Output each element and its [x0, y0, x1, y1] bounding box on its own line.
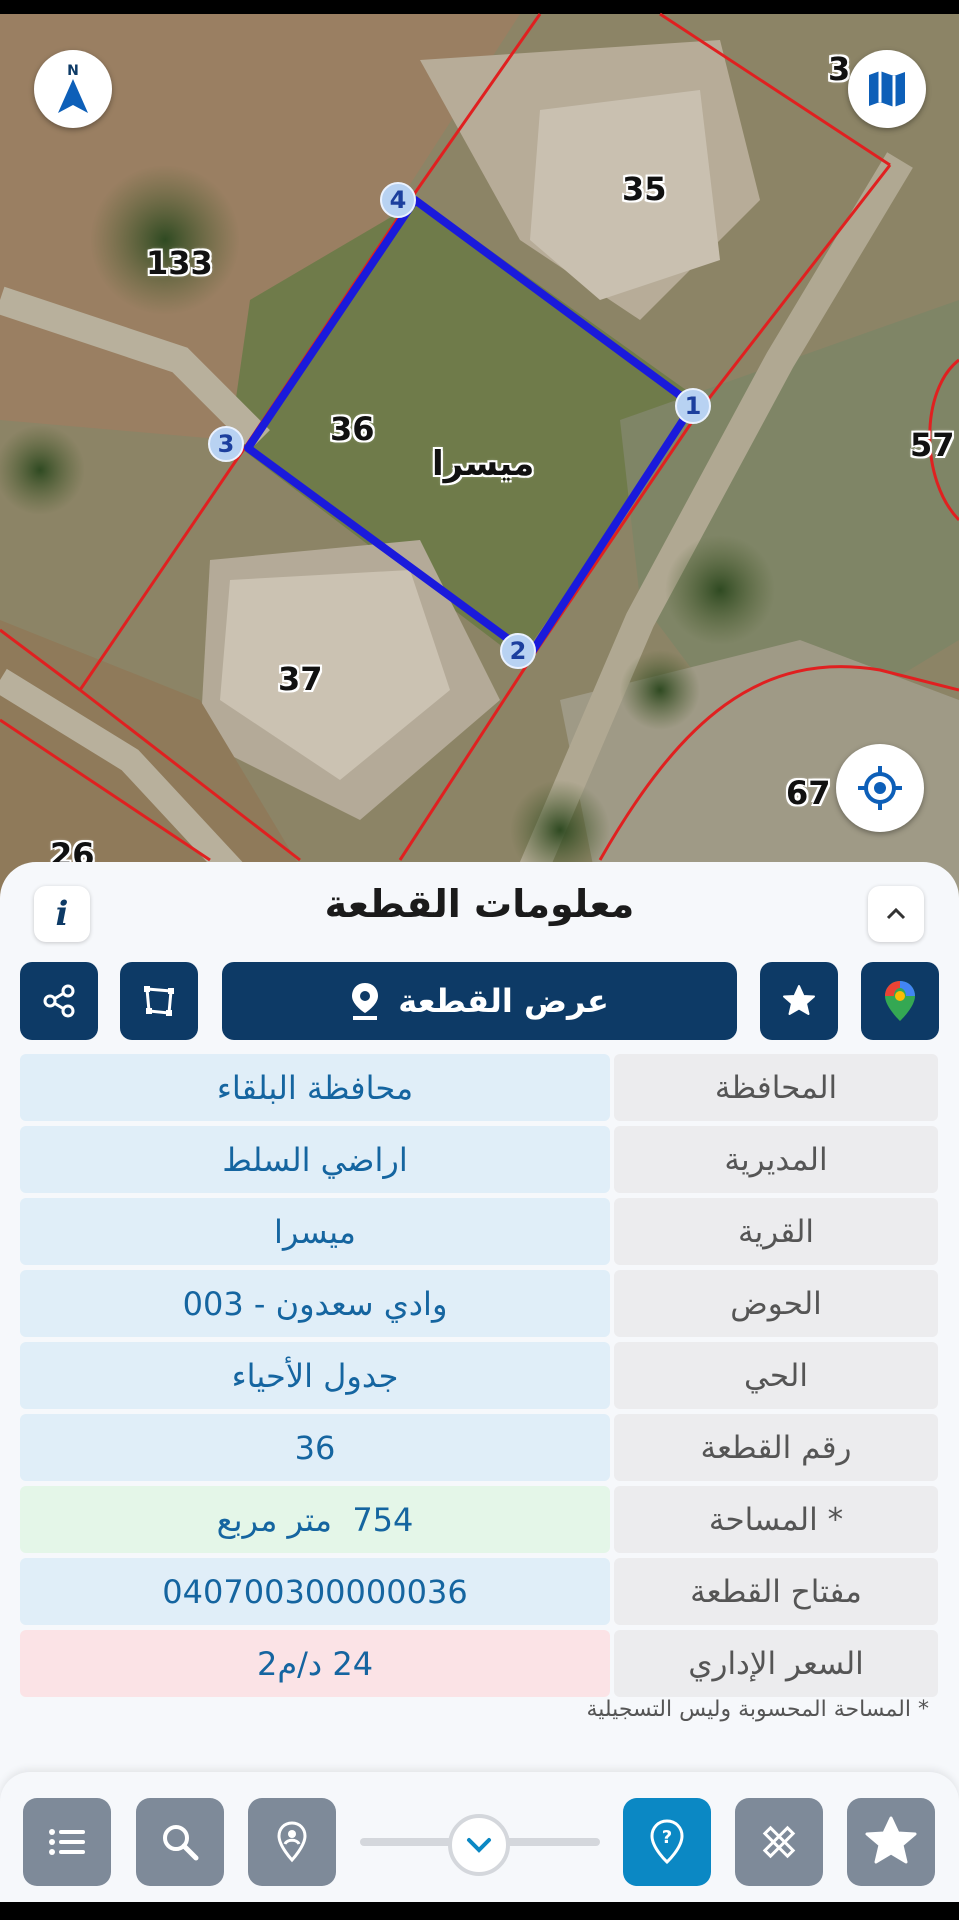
polygon-icon — [144, 986, 174, 1016]
tools-button[interactable] — [735, 1798, 823, 1886]
parcel-label: 57 — [910, 426, 955, 464]
svg-text:N: N — [67, 63, 79, 79]
sheet-title: معلومات القطعة — [324, 882, 635, 926]
vertex-marker[interactable]: 1 — [675, 388, 711, 424]
list-icon — [49, 1829, 85, 1855]
ruler-pencil-icon — [762, 1825, 796, 1859]
info-icon: i — [55, 894, 69, 934]
row-value: وادي سعدون - 003 — [20, 1270, 610, 1337]
table-row: مفتاح القطعة 040700300000036 — [20, 1558, 938, 1625]
google-maps-icon — [885, 981, 915, 1021]
row-label: القرية — [614, 1198, 938, 1265]
row-value: 040700300000036 — [20, 1558, 610, 1625]
star-icon — [865, 1816, 917, 1864]
table-row: المحافظة محافظة البلقاء — [20, 1054, 938, 1121]
map-pin-icon — [277, 1821, 307, 1863]
slider-knob[interactable] — [448, 1814, 510, 1876]
row-value: 24 د/م2 — [20, 1630, 610, 1697]
row-value: 36 — [20, 1414, 610, 1481]
my-location-button[interactable] — [248, 1798, 336, 1886]
row-label: الحوض — [614, 1270, 938, 1337]
location-pin-icon — [352, 983, 379, 1020]
bottom-toolbar: ? — [0, 1772, 959, 1902]
row-label: مفتاح القطعة — [614, 1558, 938, 1625]
row-label: المحافظة — [614, 1054, 938, 1121]
star-icon — [783, 985, 815, 1015]
row-value: ميسرا — [20, 1198, 610, 1265]
chevron-up-icon — [886, 907, 906, 920]
north-arrow-icon: N — [58, 63, 88, 113]
collapse-sheet-button[interactable] — [868, 886, 924, 942]
search-icon — [163, 1825, 199, 1861]
village-label: ميسرا — [432, 444, 535, 484]
north-arrow-button[interactable]: N — [34, 50, 112, 128]
list-button[interactable] — [23, 1798, 111, 1886]
parcel-label: 36 — [330, 410, 375, 448]
info-button[interactable]: i — [34, 886, 90, 942]
table-row: رقم القطعة 36 — [20, 1414, 938, 1481]
parcel-label: 3 — [828, 50, 851, 88]
row-label: المديرية — [614, 1126, 938, 1193]
polygon-button[interactable] — [120, 962, 198, 1040]
row-value: جدول الأحياء — [20, 1342, 610, 1409]
row-label: رقم القطعة — [614, 1414, 938, 1481]
vertex-marker[interactable]: 3 — [208, 426, 244, 462]
view-plot-button[interactable]: عرض القطعة — [222, 962, 737, 1040]
table-row: القرية ميسرا — [20, 1198, 938, 1265]
share-icon — [43, 984, 75, 1018]
map-icon — [869, 71, 905, 107]
row-label: المساحة * — [614, 1486, 938, 1553]
table-row: الحوض وادي سعدون - 003 — [20, 1270, 938, 1337]
table-row: الحي جدول الأحياء — [20, 1342, 938, 1409]
plot-info-table: المحافظة محافظة البلقاء المديرية اراضي ا… — [20, 1054, 938, 1702]
favorite-button[interactable] — [760, 962, 838, 1040]
view-plot-label: عرض القطعة — [398, 982, 609, 1020]
row-value: اراضي السلط — [20, 1126, 610, 1193]
row-label: السعر الإداري — [614, 1630, 938, 1697]
row-value: محافظة البلقاء — [20, 1054, 610, 1121]
chevron-down-icon — [467, 1838, 491, 1853]
search-button[interactable] — [136, 1798, 224, 1886]
google-maps-button[interactable] — [861, 962, 939, 1040]
row-label: الحي — [614, 1342, 938, 1409]
locate-me-button[interactable] — [836, 744, 924, 832]
system-nav-bar — [0, 1902, 959, 1920]
parcel-label: 67 — [786, 774, 831, 812]
parcel-label: 133 — [146, 244, 213, 282]
vertex-marker[interactable]: 2 — [500, 633, 536, 669]
vertex-marker[interactable]: 4 — [380, 182, 416, 218]
table-row: المساحة * 754 متر مربع — [20, 1486, 938, 1553]
share-button[interactable] — [20, 962, 98, 1040]
plot-info-sheet: معلومات القطعة i عرض القطعة المحافظة محا… — [0, 862, 959, 1902]
table-row: السعر الإداري 24 د/م2 — [20, 1630, 938, 1697]
table-row: المديرية اراضي السلط — [20, 1126, 938, 1193]
svg-text:?: ? — [662, 1827, 672, 1848]
help-button[interactable]: ? — [623, 1798, 711, 1886]
favorites-button[interactable] — [847, 1798, 935, 1886]
location-help-icon: ? — [650, 1819, 684, 1865]
parcel-label: 35 — [622, 170, 667, 208]
area-footnote: * المساحة المحسوبة وليس التسجيلية — [586, 1697, 929, 1722]
crosshair-icon — [858, 766, 902, 810]
map-type-button[interactable] — [848, 50, 926, 128]
row-value: 754 متر مربع — [20, 1486, 610, 1553]
satellite-map[interactable]: 35 133 36 57 37 67 26 3 ميسرا 1 2 3 4 N — [0, 0, 959, 900]
parcel-label: 37 — [278, 660, 323, 698]
